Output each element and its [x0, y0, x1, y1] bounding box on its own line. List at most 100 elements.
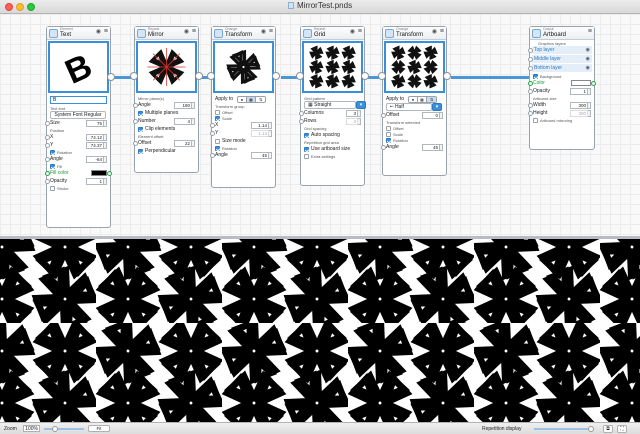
output-pin[interactable] [591, 80, 596, 86]
eye-icon[interactable]: ◉ [261, 28, 266, 35]
input-pin[interactable] [45, 170, 50, 176]
angle-input[interactable]: 180 [174, 101, 192, 109]
stepper-icon[interactable] [192, 101, 195, 109]
apply-all-segment[interactable]: ● [238, 96, 247, 102]
y-input[interactable]: 74.37 [86, 141, 104, 149]
zoom-slider[interactable] [44, 428, 84, 430]
scale-checkbox[interactable] [386, 131, 391, 137]
opacity-input[interactable]: 1 [570, 87, 588, 95]
input-pin[interactable] [45, 156, 50, 162]
output-pin[interactable] [107, 170, 112, 176]
apply-to-segmented[interactable]: ● ▦ ⇅ [237, 95, 266, 103]
menu-icon[interactable]: ≡ [440, 27, 444, 36]
node-header[interactable]: Element Text ◉ ≡ [47, 27, 110, 40]
stepper-icon[interactable] [104, 177, 107, 185]
offset-input[interactable]: 22 [174, 139, 192, 147]
node-canvas[interactable]: Element Text ◉ ≡ B B Text font System Fo… [0, 14, 640, 236]
menu-icon[interactable]: ≡ [104, 27, 108, 36]
eye-icon[interactable]: ◉ [96, 28, 101, 35]
mirror-node[interactable]: Repeat Mirror ◉ ≡ Mirror plane(s) Angle … [130, 26, 203, 173]
offset-checkbox[interactable] [215, 109, 220, 115]
rotation-checkbox[interactable] [215, 145, 220, 151]
scale-x-input[interactable]: 1.14 [251, 121, 269, 129]
rows-input[interactable]: 3 [346, 117, 358, 125]
zoom-value-field[interactable]: 100% [23, 425, 40, 432]
node-header[interactable]: Repeat Mirror ◉ ≡ [135, 27, 198, 40]
menu-icon[interactable]: ≡ [269, 27, 273, 36]
eye-icon[interactable]: ◉ [432, 28, 437, 35]
input-port[interactable] [378, 72, 386, 80]
stepper-icon[interactable] [104, 119, 107, 127]
rotation-checkbox[interactable] [386, 137, 391, 143]
fit-button[interactable]: Fit [88, 425, 110, 432]
output-port[interactable] [443, 72, 451, 80]
input-pin[interactable] [133, 118, 138, 124]
perpendicular-checkbox[interactable] [138, 148, 143, 154]
stepper-icon[interactable] [588, 101, 591, 109]
text-field[interactable]: B [50, 96, 107, 104]
input-port[interactable] [296, 72, 304, 80]
output-port[interactable] [361, 72, 369, 80]
input-port[interactable] [130, 72, 138, 80]
input-pin[interactable] [210, 152, 215, 158]
split-view-icon[interactable]: ⧉ [603, 425, 613, 433]
input-pin[interactable] [528, 57, 533, 62]
output-port[interactable] [195, 72, 203, 80]
stepper-icon[interactable] [358, 109, 361, 117]
use-artboard-checkbox[interactable] [304, 146, 309, 152]
transform-node[interactable]: Change Transform ◉ ≡ Apply to ● ▦ ⇅ Transf [207, 26, 280, 188]
fill-checkbox[interactable] [50, 163, 55, 169]
stepper-icon[interactable] [440, 143, 443, 151]
apply-grid-segment[interactable]: ▦ [418, 96, 427, 102]
node-header[interactable]: Change Transform ◉ ≡ [212, 27, 275, 40]
input-pin[interactable] [528, 110, 533, 116]
scale-y-input[interactable]: 1.14 [251, 129, 269, 137]
chevron-down-icon[interactable]: ▾ [356, 101, 366, 109]
output-port[interactable] [107, 73, 115, 81]
width-input[interactable]: 300 [570, 101, 588, 109]
input-pin[interactable] [133, 140, 138, 146]
offset-checkbox[interactable] [386, 125, 391, 131]
background-checkbox[interactable] [533, 73, 538, 79]
input-pin[interactable] [133, 102, 138, 108]
input-pin[interactable] [381, 144, 386, 150]
number-input[interactable]: 4 [174, 117, 192, 125]
columns-input[interactable]: 3 [346, 109, 358, 117]
apply-half-segment[interactable]: ⇅ [427, 96, 436, 102]
fullscreen-icon[interactable]: ⛶ [617, 425, 627, 433]
stepper-icon[interactable] [269, 129, 272, 137]
angle-input[interactable]: 45 [422, 143, 440, 151]
apply-grid-segment[interactable]: ▦ [247, 96, 256, 102]
size-mode-checkbox[interactable] [215, 138, 220, 144]
rotation-checkbox[interactable] [50, 149, 55, 155]
eye-icon[interactable]: ◉ [350, 28, 355, 35]
chevron-down-icon[interactable]: ▾ [432, 103, 442, 111]
menu-icon[interactable]: ≡ [192, 27, 196, 36]
input-pin[interactable] [45, 120, 50, 126]
input-pin[interactable] [210, 130, 215, 136]
stepper-icon[interactable] [269, 121, 272, 129]
eye-icon[interactable]: ◉ [586, 55, 590, 64]
half-popup[interactable]: ▪▫ Half [386, 103, 432, 111]
input-pin[interactable] [299, 118, 304, 124]
angle-input[interactable]: 45 [251, 151, 269, 159]
stepper-icon[interactable] [588, 87, 591, 95]
stepper-icon[interactable] [104, 133, 107, 141]
offset-input[interactable]: 0 [422, 111, 440, 119]
input-pin[interactable] [528, 80, 533, 86]
node-header[interactable]: Repeat Grid ◉ ≡ [301, 27, 364, 40]
stepper-icon[interactable] [440, 111, 443, 119]
eye-icon[interactable]: ◉ [586, 64, 590, 73]
layer-bottom[interactable]: Bottom layer ◉ [528, 64, 592, 73]
input-pin[interactable] [45, 178, 50, 184]
input-pin[interactable] [528, 88, 533, 94]
stepper-icon[interactable] [358, 117, 361, 125]
apply-half-segment[interactable]: ⇅ [256, 96, 265, 102]
eye-icon[interactable]: ◉ [184, 28, 189, 35]
height-input[interactable]: 300 [570, 109, 588, 117]
font-popup[interactable]: System Font Regular [50, 111, 106, 119]
opacity-input[interactable]: 1 [86, 177, 104, 185]
input-pin[interactable] [528, 48, 533, 53]
text-node[interactable]: Element Text ◉ ≡ B B Text font System Fo… [45, 26, 115, 228]
scale-checkbox[interactable] [215, 115, 220, 121]
